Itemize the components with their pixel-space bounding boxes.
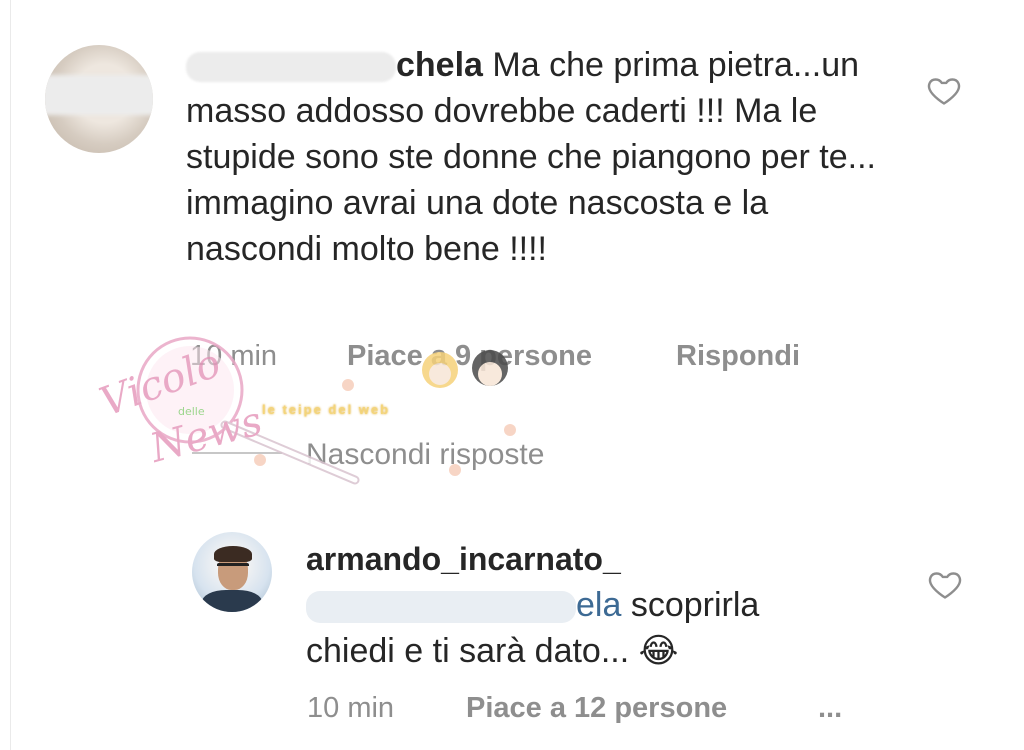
reply-body: ela scoprirla chiedi e ti sarà dato... 😂 <box>306 582 866 674</box>
laughing-emoji-icon: 😂 <box>638 632 679 670</box>
reply-text-line2: chiedi e ti sarà dato... <box>306 632 630 670</box>
reply-mention[interactable]: ela <box>306 586 621 624</box>
comment-time: 10 min <box>190 340 278 372</box>
hide-replies-button[interactable]: Nascondi risposte <box>306 438 544 472</box>
reply-time: 10 min <box>307 692 395 724</box>
watermark-small: delle <box>178 405 205 418</box>
watermark-subtitle: News <box>145 398 267 472</box>
avatar-redaction <box>45 75 153 115</box>
avatar-body <box>202 590 262 612</box>
reply-like-heart-icon[interactable] <box>927 566 963 602</box>
more-options-icon[interactable]: ... <box>818 692 842 725</box>
avatar-hair <box>214 546 252 562</box>
reply-button[interactable]: Rispondi <box>676 340 800 373</box>
comment-body: chela Ma che prima pietra...un masso add… <box>186 42 906 272</box>
replies-divider <box>192 452 282 454</box>
comment-username[interactable]: chela <box>186 46 483 84</box>
mention-redaction <box>306 591 576 624</box>
comment-likes[interactable]: Piace a 9 persone <box>347 340 592 373</box>
frame-border <box>10 0 11 750</box>
commenter-avatar[interactable] <box>45 45 153 153</box>
avatar-glasses <box>217 563 249 574</box>
reply-text-line1: scoprirla <box>630 586 760 624</box>
watermark-tagline: le teipe del web <box>262 402 391 417</box>
reply-likes[interactable]: Piace a 12 persone <box>466 692 727 725</box>
reply-username[interactable]: armando_incarnato_ <box>306 536 621 582</box>
like-heart-icon[interactable] <box>926 72 962 108</box>
reply-avatar[interactable] <box>192 532 272 612</box>
username-redaction <box>186 52 396 83</box>
